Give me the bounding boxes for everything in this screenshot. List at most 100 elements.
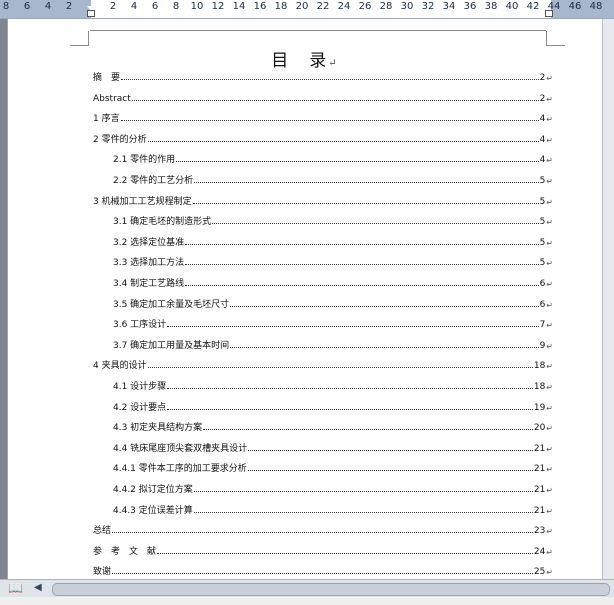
paragraph-mark-icon: ↵ [546, 177, 553, 186]
toc-page-number: 21 [533, 485, 546, 495]
toc-leader-dots [203, 428, 533, 431]
document-page[interactable]: 目 录↵ 摘 要 2 ↵ Abstract 2 ↵ 1 序言 4 ↵ 2 零件的分析 4 ↵ 2.1 零… [8, 19, 602, 579]
horizontal-ruler[interactable]: 8 6 4 2 2 4 6 8 10 12 14 16 18 20 22 24 26 28 30 32 34 36 38 40… [0, 0, 614, 19]
toc-leader-dots [147, 140, 539, 142]
toc-entry[interactable]: 4.3 初定夹具结构方案 20 ↵ [113, 419, 553, 433]
paragraph-mark-icon: ↵ [546, 218, 553, 228]
toc-entry-label: 3.5 确定加工余量及毛坯尺寸 [113, 299, 230, 310]
toc-entry-label: 4.1 设计步骤 [113, 382, 167, 392]
paragraph-mark-icon: ↵ [546, 341, 553, 351]
toc-title-text: 目 录 [271, 51, 329, 71]
toc-page-number: 4 [539, 155, 546, 166]
toc-entry[interactable]: 3.3 选择加工方法 5 ↵ [113, 254, 553, 268]
toc-page-number: 6 [539, 279, 546, 289]
toc-entry-label: 4.4.2 拟订定位方案 [113, 485, 193, 495]
toc-page-number: 25 [533, 567, 546, 578]
ruler-number: 28 [379, 1, 393, 12]
toc-leader-dots [193, 511, 533, 513]
ruler-number: 4 [130, 1, 138, 12]
toc-leader-dots [185, 243, 539, 245]
toc-entry[interactable]: 3 机械加工工艺规程制定 5 ↵ [93, 193, 553, 207]
toc-leader-dots [194, 181, 539, 183]
toc-entry[interactable]: 4 夹具的设计 18 ↵ [93, 357, 553, 371]
toc-entry[interactable]: 致谢 25 ↵ [93, 563, 553, 577]
vertical-scrollbar[interactable] [602, 19, 614, 579]
toc-entry[interactable]: Abstract 2 ↵ [93, 90, 553, 104]
toc-page-number: 24 [533, 546, 546, 557]
right-indent-marker[interactable] [545, 10, 553, 17]
toc-page-number: 18 [533, 382, 546, 392]
paragraph-mark-icon: ↵ [546, 259, 553, 269]
toc-page-number: 23 [533, 526, 546, 537]
toc-entry-label: 3.6 工序设计 [113, 320, 167, 331]
ruler-number: 30 [400, 1, 414, 12]
toc-leader-dots [121, 78, 539, 80]
toc-entry[interactable]: 3.4 制定工艺路线 6 ↵ [113, 275, 553, 289]
toc-leader-dots [167, 408, 533, 410]
paragraph-mark-icon: ↵ [546, 465, 553, 475]
margin-corner-top-right [546, 31, 565, 46]
toc-entry[interactable]: 2 零件的分析 4 ↵ [93, 131, 553, 145]
toc-entry-label: 4.2 设计要点 [113, 402, 167, 413]
toc-leader-dots [167, 325, 539, 328]
toc-entry[interactable]: 2.2 零件的工艺分析 5 ↵ [113, 172, 553, 186]
toc-entry[interactable]: 4.2 设计要点 19 ↵ [113, 399, 553, 413]
paragraph-mark-icon: ↵ [546, 424, 553, 434]
toc-entry[interactable]: 摘 要 2 ↵ [93, 69, 553, 83]
ruler-number: 8 [172, 1, 180, 12]
arrow-left-icon[interactable]: ◀ [34, 582, 42, 593]
toc-entry[interactable]: 4.4.3 定位误差计算 21 ↵ [113, 502, 553, 516]
toc-entry[interactable]: 3.1 确定毛坯的制造形式 5 ↵ [113, 213, 553, 227]
ruler-number: 26 [358, 1, 372, 12]
toc-entry-label: 1 序言 [93, 114, 120, 125]
toc-entry[interactable]: 3.5 确定加工余量及毛坯尺寸 6 ↵ [113, 296, 553, 310]
ruler-number: 12 [211, 1, 225, 12]
toc-entry[interactable]: 4.4 铣床尾座顶尖套双槽夹具设计 21 ↵ [113, 440, 553, 454]
toc-entry[interactable]: 2.1 零件的作用 4 ↵ [113, 151, 553, 165]
toc-entry[interactable]: 1 序言 4 ↵ [93, 110, 553, 124]
paragraph-mark-icon: ↵ [546, 238, 553, 248]
toc-leader-dots [185, 284, 539, 286]
toc-entry[interactable]: 4.4.2 拟订定位方案 21 ↵ [113, 481, 553, 495]
toc-entry[interactable]: 3.7 确定加工用量及基本时间 9 ↵ [113, 337, 553, 351]
toc-page-number: 20 [533, 423, 546, 434]
paragraph-mark-icon: ↵ [546, 321, 553, 331]
ruler-number: 46 [568, 1, 582, 12]
toc-entry[interactable]: 3.2 选择定位基准 5 ↵ [113, 234, 553, 248]
toc-leader-dots [230, 346, 539, 348]
book-icon[interactable]: 📖 [8, 581, 23, 595]
toc-page-number: 21 [533, 505, 546, 516]
ruler-number: 36 [463, 1, 477, 12]
toc-page-number: 5 [539, 258, 546, 269]
margin-corner-top-left [70, 31, 89, 46]
toc-entry-label: 4.4.3 定位误差计算 [113, 505, 193, 516]
toc-page-number: 19 [533, 402, 546, 413]
toc-leader-dots [131, 99, 539, 101]
toc-entry-label: 2.2 零件的工艺分析 [113, 176, 194, 186]
toc-entry-label: 3.7 确定加工用量及基本时间 [113, 340, 230, 351]
paragraph-mark-icon: ↵ [546, 94, 553, 104]
toc-leader-dots [112, 572, 533, 575]
paragraph-mark-icon: ↵ [546, 115, 553, 125]
header-boundary-line [90, 30, 546, 31]
toc-entry[interactable]: 4.1 设计步骤 18 ↵ [113, 378, 553, 392]
left-indent-marker[interactable] [87, 10, 95, 17]
toc-entry-label: Abstract [93, 93, 131, 104]
horizontal-scrollbar[interactable] [52, 583, 610, 596]
toc-page-number: 5 [539, 237, 546, 248]
status-bar: 📖 ◀ [0, 579, 614, 598]
ruler-number: 16 [253, 1, 267, 12]
toc-leader-dots [176, 160, 539, 163]
toc-entry[interactable]: 参 考 文 献 24 ↵ [93, 543, 553, 557]
paragraph-mark-icon: ↵ [546, 300, 553, 310]
toc-leader-dots [120, 119, 539, 122]
toc-entry[interactable]: 3.6 工序设计 7 ↵ [113, 316, 553, 330]
ruler-number: 6 [151, 1, 159, 12]
toc-entry-label: 2 零件的分析 [93, 134, 147, 145]
toc-title: 目 录↵ [8, 46, 602, 71]
toc-page-number: 7 [539, 320, 546, 331]
toc-page-number: 5 [539, 176, 546, 186]
toc-entry[interactable]: 总结 23 ↵ [93, 522, 553, 536]
toc-leader-dots [193, 490, 533, 492]
toc-entry[interactable]: 4.4.1 零件本工序的加工要求分析 21 ↵ [113, 460, 553, 474]
